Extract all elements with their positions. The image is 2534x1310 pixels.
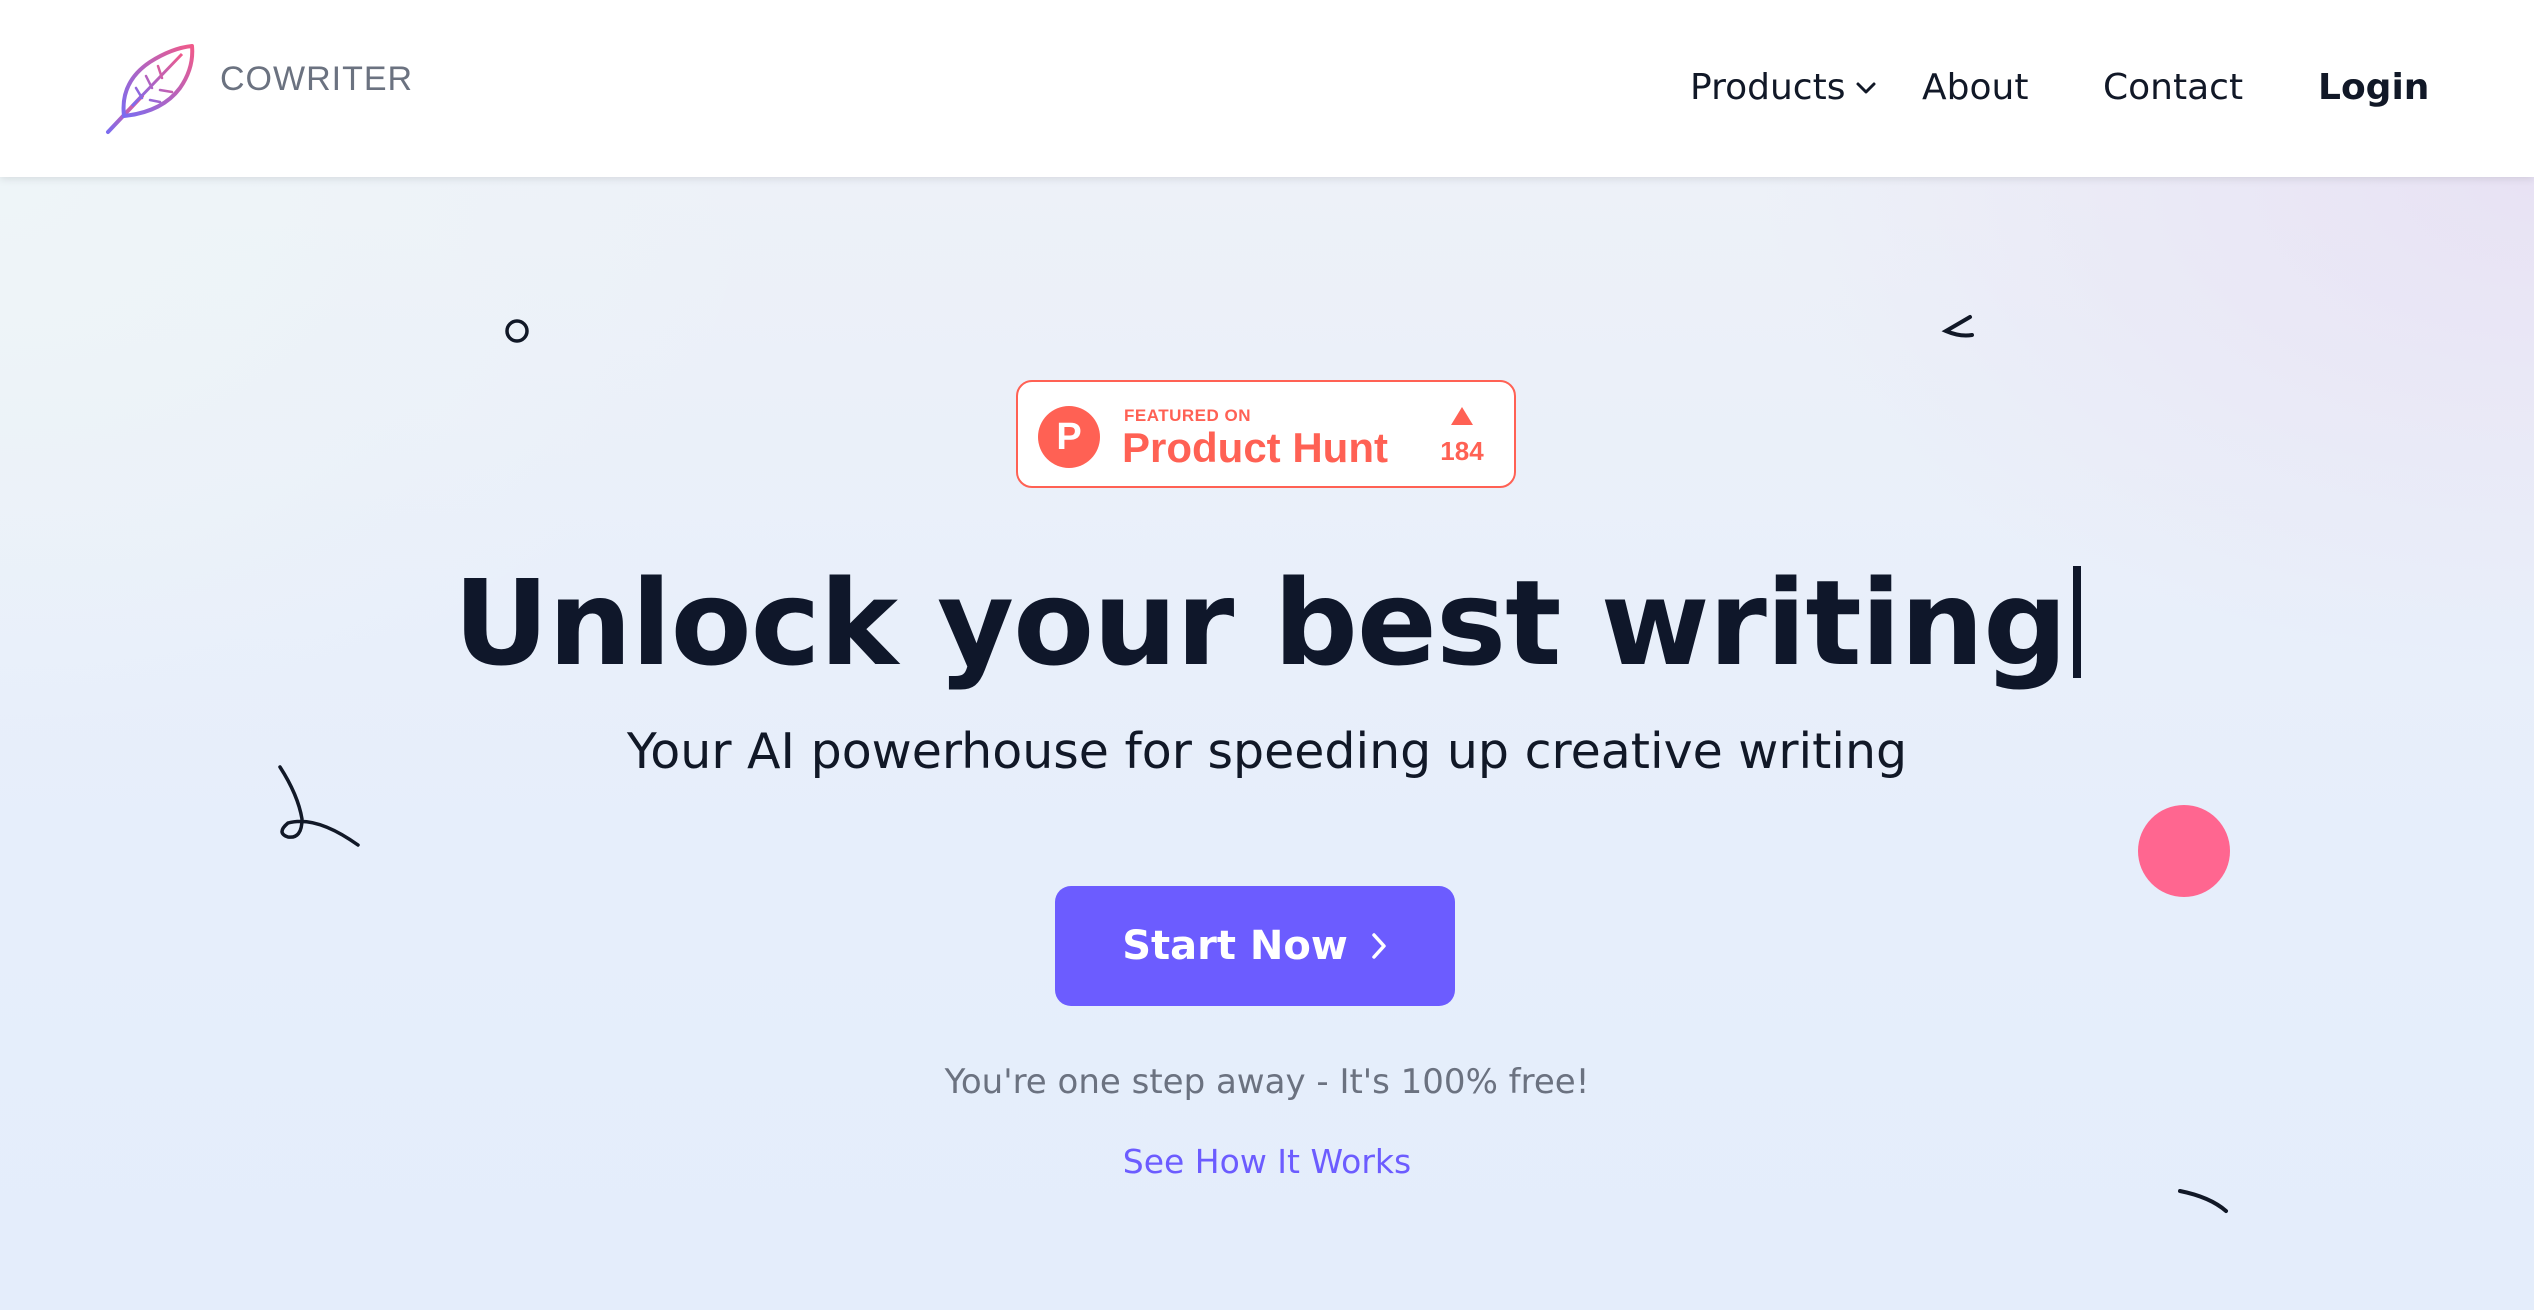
hero-headline: Unlock your best writing — [0, 548, 2534, 698]
typing-cursor — [2072, 566, 2081, 678]
product-hunt-logo-letter: P — [1056, 416, 1082, 458]
upvote-triangle-icon — [1451, 407, 1473, 425]
chevron-down-icon — [1856, 82, 1876, 94]
curve-doodle-icon — [2178, 1189, 2228, 1213]
angle-doodle-icon — [1941, 315, 1974, 338]
nav-contact-link[interactable]: Contact — [2103, 62, 2243, 114]
nav-products-label: Products — [1690, 67, 1846, 108]
product-hunt-badge[interactable]: P FEATURED ON Product Hunt 184 — [1016, 380, 1516, 488]
circle-doodle-icon — [505, 319, 529, 343]
hero-headline-text: Unlock your best writing — [453, 554, 2067, 692]
nav-about-link[interactable]: About — [1922, 62, 2028, 114]
chevron-right-icon — [1372, 933, 1386, 959]
hero-subheadline: Your AI powerhouse for speeding up creat… — [626, 723, 1908, 780]
nav-login-link[interactable]: Login — [2318, 62, 2429, 114]
landing-page: COWRITER Products About Contact Login P … — [0, 0, 2534, 1310]
badge-product-name: Product Hunt — [1122, 424, 1388, 471]
start-now-label: Start Now — [1122, 923, 1348, 969]
site-header: COWRITER Products About Contact Login — [0, 0, 2534, 177]
product-hunt-logo-icon: P — [1038, 406, 1100, 468]
free-note: You're one step away - It's 100% free! — [944, 1062, 1590, 1102]
badge-featured-label: FEATURED ON — [1124, 406, 1252, 425]
see-how-it-works-link[interactable]: See How It Works — [1117, 1142, 1417, 1181]
upvote-count: 184 — [1440, 436, 1484, 466]
main-nav: Products About Contact Login — [0, 62, 2534, 114]
start-now-button[interactable]: Start Now — [1055, 886, 1455, 1006]
nav-products-dropdown[interactable]: Products — [1690, 62, 1877, 114]
pink-dot-decoration — [2138, 805, 2230, 897]
